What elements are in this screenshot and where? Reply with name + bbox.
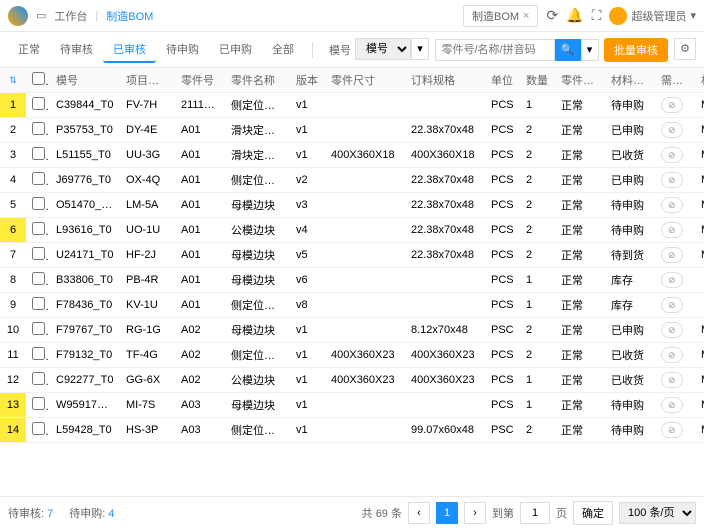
search-button[interactable]: 🔍 xyxy=(555,39,581,61)
chevron-down-icon[interactable]: ▾ xyxy=(411,38,429,60)
inreq-pill[interactable]: ⊘ xyxy=(661,422,683,438)
col-header[interactable]: 版本 xyxy=(290,68,325,93)
logo xyxy=(8,6,28,26)
search-dropdown[interactable]: ▾ xyxy=(581,39,599,61)
next-page[interactable]: › xyxy=(464,502,486,524)
sort-icon[interactable]: ⇅ xyxy=(9,75,17,85)
row-select[interactable] xyxy=(32,422,45,435)
inreq-pill[interactable]: ⊘ xyxy=(661,247,683,263)
table: ⇅ 模号项目名称零件号零件名称版本零件尺寸订料规格单位数量零件状态材料状态需入库材… xyxy=(0,68,704,496)
settings-button[interactable]: ⚙ xyxy=(674,38,696,60)
col-header[interactable]: 材料状态 xyxy=(605,68,655,93)
col-header[interactable]: 数量 xyxy=(520,68,555,93)
avatar xyxy=(609,7,627,25)
filter-mold-select[interactable]: 模号 xyxy=(355,38,411,60)
table-row[interactable]: 14L59428_T0HS-3PA03侧定位组件v199.07x60x48PSC… xyxy=(0,418,704,443)
inreq-pill[interactable]: ⊘ xyxy=(661,297,683,313)
table-row[interactable]: 6L93616_T0UO-1UA01公模边块v422.38x70x48PCS2正… xyxy=(0,218,704,243)
prev-page[interactable]: ‹ xyxy=(408,502,430,524)
header: ▭ 工作台 | 制造BOM 制造BOM × ⟳ 🔔 ⛶ 超级管理员 ▾ xyxy=(0,0,704,32)
breadcrumb-icon: ▭ xyxy=(36,9,46,22)
col-header[interactable]: 单位 xyxy=(485,68,520,93)
inreq-pill[interactable]: ⊘ xyxy=(661,347,683,363)
row-select[interactable] xyxy=(32,222,45,235)
search-input[interactable] xyxy=(435,39,555,61)
footer: 待审核: 7 待申购: 4 共 69 条 ‹ 1 › 到第 页 确定 100 条… xyxy=(0,496,704,528)
row-select[interactable] xyxy=(32,122,45,135)
col-header[interactable]: 项目名称 xyxy=(120,68,175,93)
page-go[interactable]: 确定 xyxy=(573,501,613,525)
user-menu[interactable]: 超级管理员 ▾ xyxy=(609,7,696,25)
row-select[interactable] xyxy=(32,347,45,360)
col-header[interactable]: 材料代码 xyxy=(695,68,704,93)
table-row[interactable]: 8B33806_T0PB-4RA01母模边块v6PCS1正常库存⊘ xyxy=(0,268,704,293)
expand-icon[interactable]: ⛶ xyxy=(592,7,602,24)
inreq-pill[interactable]: ⊘ xyxy=(661,197,683,213)
tab-4[interactable]: 已申购 xyxy=(209,37,262,63)
inreq-pill[interactable]: ⊘ xyxy=(661,172,683,188)
toolbar: 正常待审核已审核待申购已申购全部 模号 模号 ▾ 🔍 ▾ 批量审核 ⚙ xyxy=(0,32,704,68)
inreq-pill[interactable]: ⊘ xyxy=(661,272,683,288)
page-1[interactable]: 1 xyxy=(436,502,458,524)
tab-3[interactable]: 待申购 xyxy=(156,37,209,63)
inreq-pill[interactable]: ⊘ xyxy=(661,147,683,163)
table-row[interactable]: 12C92277_T0GG-6XA02公模边块v1400X360X23400X3… xyxy=(0,368,704,393)
table-row[interactable]: 4J69776_T0OX-4QA01侧定位组件v222.38x70x48PCS2… xyxy=(0,168,704,193)
page-size-select[interactable]: 100 条/页 xyxy=(619,502,696,524)
close-icon[interactable]: × xyxy=(523,10,529,22)
inreq-pill[interactable]: ⊘ xyxy=(661,322,683,338)
col-header[interactable]: 零件尺寸 xyxy=(325,68,405,93)
tab-0[interactable]: 正常 xyxy=(8,37,50,63)
page-input[interactable] xyxy=(520,502,550,524)
bell-icon[interactable]: 🔔 xyxy=(566,7,583,24)
tab-2[interactable]: 已审核 xyxy=(103,37,156,63)
select-all[interactable] xyxy=(32,72,45,85)
table-row[interactable]: 7U24171_T0HF-2JA01母模边块v522.38x70x48PCS2正… xyxy=(0,243,704,268)
chevron-down-icon: ▾ xyxy=(690,9,696,22)
table-row[interactable]: 2P35753_T0DY-4EA01滑块定位组件v122.38x70x48PCS… xyxy=(0,118,704,143)
table-row[interactable]: 10F79767_T0RG-1GA02母模边块v18.12x70x48PSC2正… xyxy=(0,318,704,343)
table-row[interactable]: 11F79132_T0TF-4GA02侧定位组件v1400X360X23400X… xyxy=(0,343,704,368)
inreq-pill[interactable]: ⊘ xyxy=(661,122,683,138)
row-select[interactable] xyxy=(32,397,45,410)
tab-5[interactable]: 全部 xyxy=(262,37,304,63)
inreq-pill[interactable]: ⊘ xyxy=(661,372,683,388)
row-select[interactable] xyxy=(32,197,45,210)
tab-1[interactable]: 待审核 xyxy=(50,37,103,63)
col-header[interactable]: 模号 xyxy=(50,68,120,93)
filter-mold[interactable]: 模号 模号 ▾ xyxy=(325,38,429,62)
row-select[interactable] xyxy=(32,172,45,185)
inreq-pill[interactable]: ⊘ xyxy=(661,97,683,113)
col-header[interactable]: 需入库 xyxy=(655,68,695,93)
breadcrumb-current[interactable]: 制造BOM xyxy=(106,8,153,24)
refresh-icon[interactable]: ⟳ xyxy=(546,7,558,24)
table-row[interactable]: 5O51470_T0LM-5AA01母模边块v322.38x70x48PCS2正… xyxy=(0,193,704,218)
col-header[interactable]: 零件号 xyxy=(175,68,225,93)
table-row[interactable]: 9F78436_T0KV-1UA01侧定位组件v8PCS1正常库存⊘ xyxy=(0,293,704,318)
table-row[interactable]: 13W95917_T0MI-7SA03母模边块v1PCS1正常待申购⊘M0000… xyxy=(0,393,704,418)
inreq-pill[interactable]: ⊘ xyxy=(661,397,683,413)
col-header[interactable]: 订料规格 xyxy=(405,68,485,93)
row-select[interactable] xyxy=(32,97,45,110)
row-select[interactable] xyxy=(32,372,45,385)
row-select[interactable] xyxy=(32,297,45,310)
breadcrumb-home[interactable]: 工作台 xyxy=(54,8,87,24)
row-select[interactable] xyxy=(32,322,45,335)
tab-chip[interactable]: 制造BOM × xyxy=(463,5,539,27)
row-select[interactable] xyxy=(32,272,45,285)
breadcrumb: ▭ 工作台 | 制造BOM xyxy=(36,8,153,24)
inreq-pill[interactable]: ⊘ xyxy=(661,222,683,238)
table-row[interactable]: 1C39844_T0FV-7H211100...侧定位组件v1PCS1正常待申购… xyxy=(0,93,704,118)
batch-audit-button[interactable]: 批量审核 xyxy=(604,38,668,62)
row-select[interactable] xyxy=(32,247,45,260)
col-header[interactable]: 零件名称 xyxy=(225,68,290,93)
col-header[interactable]: 零件状态 xyxy=(555,68,605,93)
table-row[interactable]: 3L51155_T0UU-3GA01滑块定位组件v1400X360X18400X… xyxy=(0,143,704,168)
row-select[interactable] xyxy=(32,147,45,160)
